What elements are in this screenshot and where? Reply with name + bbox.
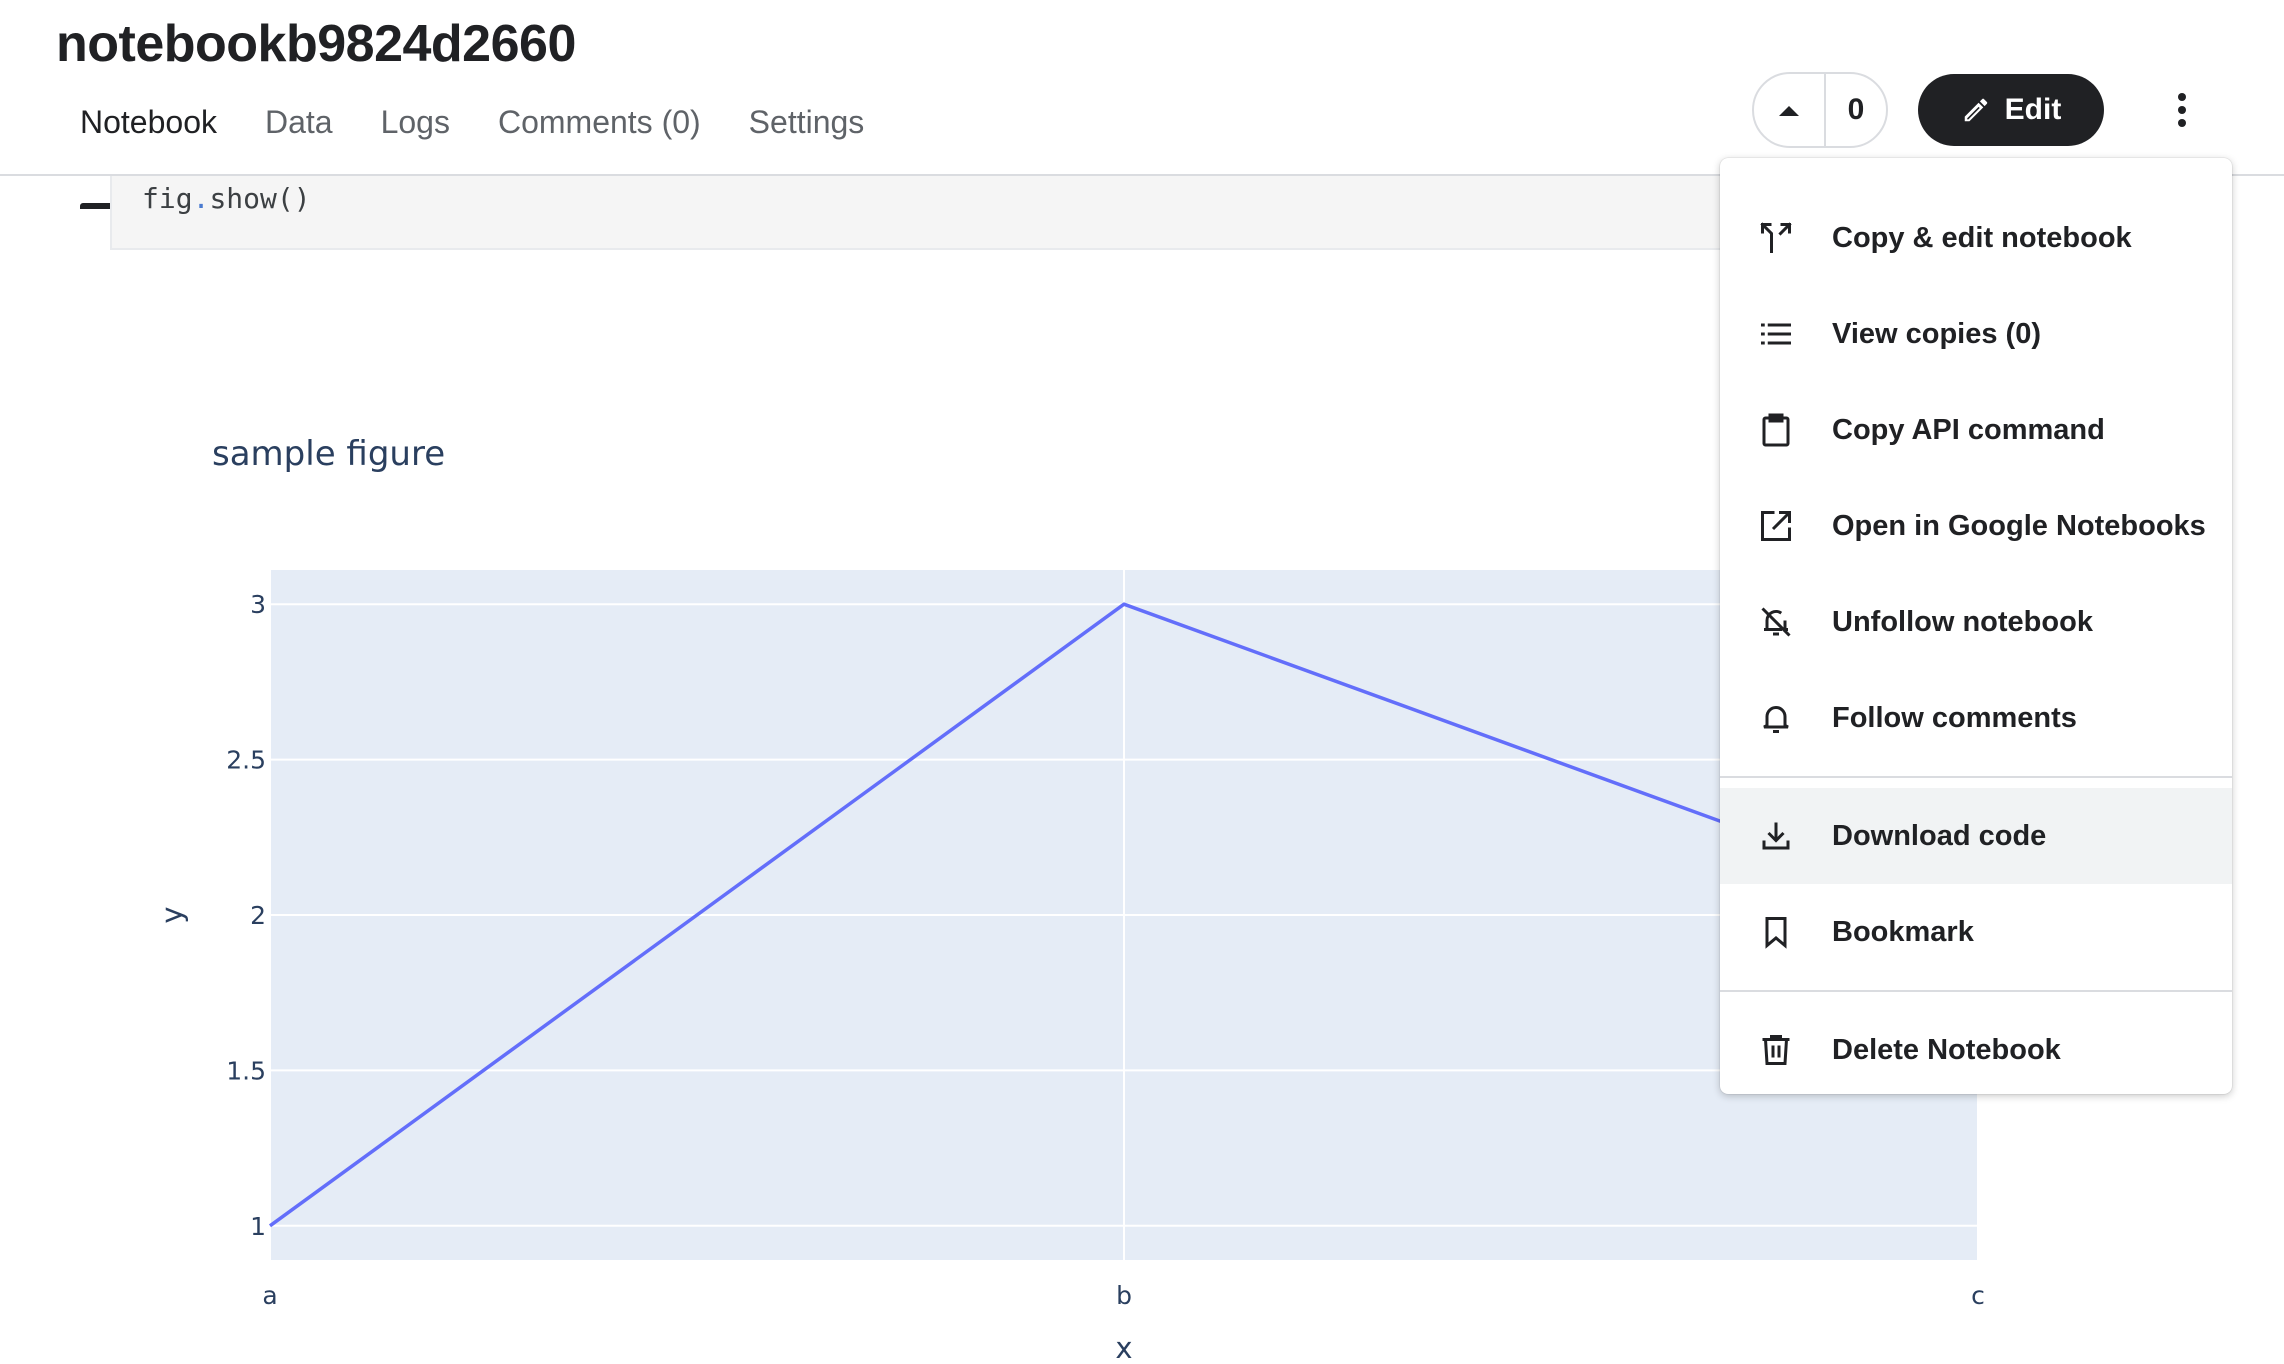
y-tick-label: 3 — [250, 590, 266, 619]
code-call: show() — [209, 182, 311, 215]
x-tick-label: c — [1971, 1281, 1985, 1310]
menu-item-bookmark[interactable]: Bookmark — [1720, 884, 2232, 980]
y-tick-label: 1.5 — [226, 1056, 266, 1085]
pencil-icon — [1964, 98, 1987, 122]
menu-item-label: Follow comments — [1832, 701, 2077, 734]
menu-divider — [1720, 990, 2232, 992]
more-options-button[interactable] — [2158, 78, 2206, 142]
x-tick-label: a — [262, 1281, 277, 1310]
bookmark-icon — [1756, 912, 1796, 952]
edit-button-label: Edit — [2004, 93, 2062, 126]
menu-item-label: Unfollow notebook — [1832, 605, 2093, 638]
menu-item-download-code[interactable]: Download code — [1720, 788, 2232, 884]
menu-item-label: Copy & edit notebook — [1832, 221, 2132, 254]
download-icon — [1756, 816, 1796, 856]
menu-item-copy-api[interactable]: Copy API command — [1720, 382, 2232, 478]
y-tick-label: 1 — [250, 1212, 266, 1241]
vote-count: 0 — [1847, 93, 1865, 126]
vote-control: 0 — [1752, 72, 1888, 148]
open-in-new-icon — [1756, 506, 1796, 546]
list-icon — [1756, 314, 1796, 354]
notebook-title: notebookb9824d2660 — [56, 15, 576, 73]
notifications-off-icon — [1756, 602, 1796, 642]
delete-icon — [1756, 1030, 1796, 1070]
menu-divider — [1720, 776, 2232, 778]
code-cell[interactable]: fig.show() — [110, 176, 1830, 250]
menu-item-label: Open in Google Notebooks — [1832, 509, 2206, 542]
menu-item-view-copies[interactable]: View copies (0) — [1720, 286, 2232, 382]
menu-item-label: Delete Notebook — [1832, 1033, 2061, 1066]
menu-item-copy-edit[interactable]: Copy & edit notebook — [1720, 190, 2232, 286]
edit-button[interactable]: Edit — [1918, 74, 2104, 146]
code-dot: . — [192, 182, 210, 215]
menu-item-delete[interactable]: Delete Notebook — [1720, 1002, 2232, 1098]
menu-item-label: Copy API command — [1832, 413, 2105, 446]
y-tick-label: 2.5 — [226, 746, 266, 775]
notebook-tabs: Notebook Data Logs Comments (0) Settings — [56, 100, 912, 209]
x-tick-label: b — [1116, 1281, 1132, 1310]
menu-item-label: Download code — [1832, 819, 2047, 852]
y-axis-label: y — [155, 906, 189, 923]
tab-settings[interactable]: Settings — [749, 100, 865, 176]
notifications-icon — [1756, 698, 1796, 738]
clipboard-icon — [1756, 410, 1796, 450]
chart-title: sample figure — [212, 434, 446, 474]
menu-item-open-google-notebooks[interactable]: Open in Google Notebooks — [1720, 478, 2232, 574]
more-options-menu: Copy & edit notebook View copies (0) Cop… — [1720, 158, 2232, 1094]
tab-data[interactable]: Data — [265, 100, 333, 176]
more-vert-icon — [2178, 93, 2186, 127]
caret-up-icon — [1779, 106, 1799, 116]
code-object: fig — [142, 182, 193, 215]
fork-icon — [1756, 218, 1796, 258]
tab-notebook[interactable]: Notebook — [56, 100, 217, 209]
menu-item-unfollow[interactable]: Unfollow notebook — [1720, 574, 2232, 670]
tab-logs[interactable]: Logs — [381, 100, 450, 176]
tab-comments[interactable]: Comments (0) — [498, 100, 701, 176]
code-line: fig.show() — [142, 182, 311, 215]
menu-item-label: View copies (0) — [1832, 317, 2041, 350]
y-tick-label: 2 — [250, 901, 266, 930]
menu-item-follow-comments[interactable]: Follow comments — [1720, 670, 2232, 766]
upvote-button[interactable] — [1754, 74, 1826, 146]
menu-item-label: Bookmark — [1832, 915, 1974, 948]
x-axis-label: x — [1115, 1331, 1132, 1364]
